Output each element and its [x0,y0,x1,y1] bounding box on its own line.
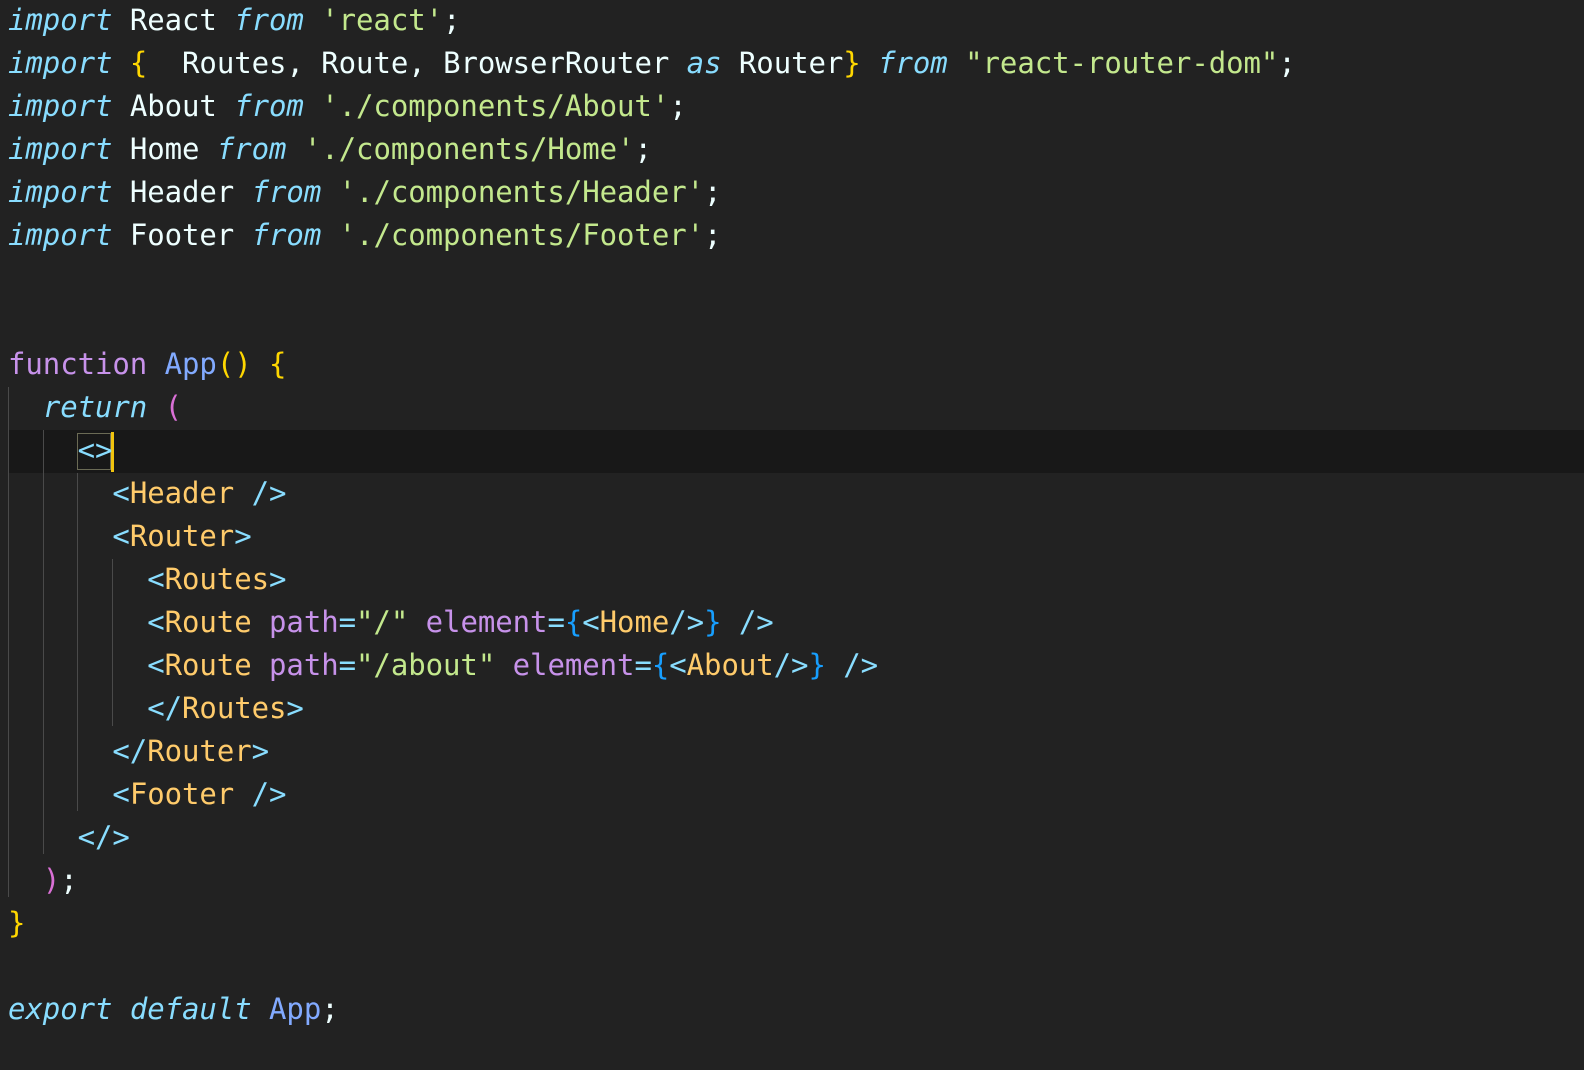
code-line[interactable]: } [0,902,1584,945]
code-line[interactable]: <Route path="/about" element={<About/>} … [0,644,1584,687]
code-text: </> [77,820,130,854]
code-text: import { Routes, Route, BrowserRouter as… [8,46,1296,80]
code-line[interactable]: import { Routes, Route, BrowserRouter as… [0,42,1584,85]
code-text: import React from 'react'; [8,3,461,37]
code-text: <Routes> [147,562,287,596]
code-text: <> [77,433,113,467]
code-line[interactable]: <Route path="/" element={<Home/>} /> [0,601,1584,644]
code-line[interactable]: import Home from './components/Home'; [0,128,1584,171]
code-text: ); [42,863,78,897]
code-line[interactable]: <Routes> [0,558,1584,601]
code-text: import Footer from './components/Footer'… [8,218,722,252]
code-text: </Router> [112,734,270,768]
code-line[interactable]: <Header /> [0,472,1584,515]
code-line[interactable]: import About from './components/About'; [0,85,1584,128]
code-text: export default App; [8,992,339,1026]
code-line[interactable]: <Router> [0,515,1584,558]
code-text: return ( [42,390,183,424]
code-line-active[interactable]: <> [0,429,1584,472]
code-line[interactable]: </Routes> [0,687,1584,730]
code-line[interactable]: import Header from './components/Header'… [0,171,1584,214]
code-editor[interactable]: import React from 'react'; import { Rout… [0,0,1584,1070]
code-text: <Route path="/" element={<Home/>} /> [147,605,774,639]
code-text: <Footer /> [112,777,287,811]
code-line[interactable]: ); [0,859,1584,902]
code-line[interactable]: import Footer from './components/Footer'… [0,214,1584,257]
code-text: </Routes> [147,691,304,725]
code-line[interactable]: return ( [0,386,1584,429]
code-line[interactable]: </Router> [0,730,1584,773]
code-text: import Home from './components/Home'; [8,132,652,166]
code-text: function App() { [8,347,287,381]
code-line[interactable]: import React from 'react'; [0,0,1584,42]
code-text: } [8,906,26,940]
code-text: <Router> [112,519,252,553]
code-line[interactable] [0,300,1584,343]
code-line[interactable]: function App() { [0,343,1584,386]
code-text: <Header /> [112,476,287,510]
code-line[interactable]: </> [0,816,1584,859]
code-line[interactable]: <Footer /> [0,773,1584,816]
code-line[interactable] [0,945,1584,988]
code-line[interactable] [0,257,1584,300]
code-text: import About from './components/About'; [8,89,687,123]
code-text: <Route path="/about" element={<About/>} … [147,648,879,682]
code-line[interactable]: export default App; [0,988,1584,1031]
code-text: import Header from './components/Header'… [8,175,722,209]
